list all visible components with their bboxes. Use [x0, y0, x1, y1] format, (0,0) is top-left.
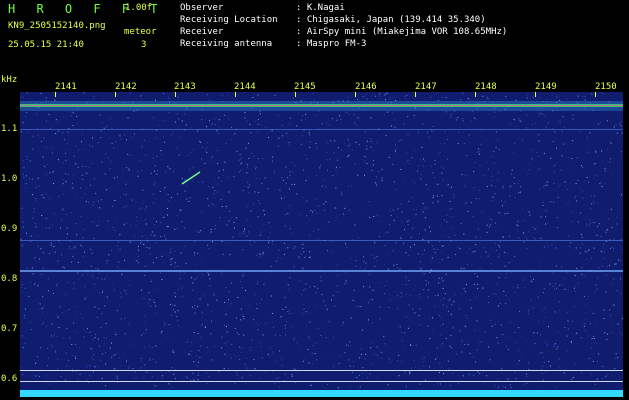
meteor-label: meteor	[124, 27, 157, 37]
timestamp: 25.05.15 21:40	[8, 40, 84, 50]
y-tick-label: 0.7	[1, 324, 18, 334]
carrier-band	[20, 101, 623, 111]
info-value-receiver: : AirSpy mini (Miakejima VOR 108.65MHz)	[296, 27, 508, 37]
x-tick-label: 2147	[415, 82, 437, 92]
x-tick-label: 2144	[234, 82, 256, 92]
x-tick-label: 2145	[294, 82, 316, 92]
x-tick-label: 2146	[355, 82, 377, 92]
y-tick-label: 1.0	[1, 174, 18, 184]
spectrogram-plot	[20, 92, 623, 397]
y-tick-label: 0.6	[1, 374, 18, 384]
file-name: KN9_2505152140.png	[8, 21, 106, 31]
x-tick-label: 2142	[115, 82, 137, 92]
info-value-antenna: : Maspro FM-3	[296, 39, 367, 49]
info-key-receiver: Receiver	[180, 27, 224, 37]
y-tick-label: 1.1	[1, 124, 18, 134]
y-tick-label: 0.8	[1, 274, 18, 284]
x-tick-label: 2149	[535, 82, 557, 92]
info-key-antenna: Receiving antenna	[180, 39, 273, 49]
spectrogram-background	[20, 92, 623, 397]
y-axis-unit: kHz	[1, 75, 18, 85]
y-tick-label: 0.9	[1, 224, 18, 234]
meteor-count: 3	[141, 40, 147, 50]
hrofft-window: H R O F F T 1.00f KN9_2505152140.png met…	[0, 0, 629, 400]
x-tick-label: 2150	[595, 82, 617, 92]
x-tick-label: 2143	[174, 82, 196, 92]
app-version: 1.00f	[125, 3, 153, 13]
info-key-location: Receiving Location	[180, 15, 278, 25]
x-tick-label: 2141	[55, 82, 77, 92]
info-value-observer: : K.Nagai	[296, 3, 345, 13]
info-key-observer: Observer	[180, 3, 224, 13]
info-value-location: : Chigasaki, Japan (139.414 35.340)	[296, 15, 486, 25]
x-tick-label: 2148	[475, 82, 497, 92]
noise-floor-bar	[20, 390, 623, 397]
